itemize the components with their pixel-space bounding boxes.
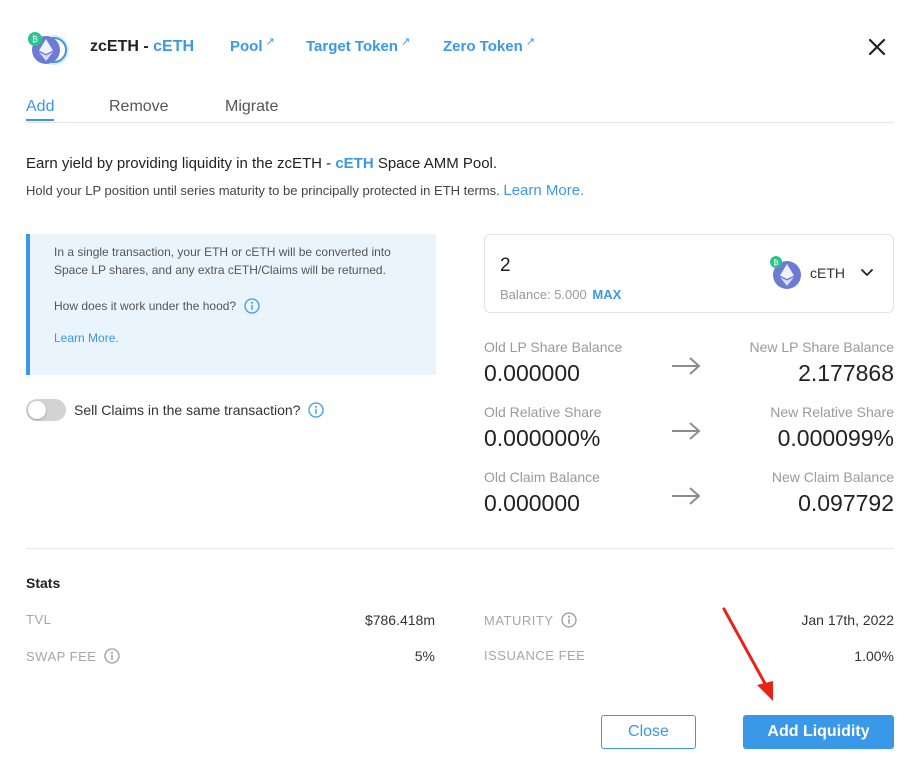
balance-row: Balance: 5.000 MAX bbox=[500, 287, 621, 302]
sell-claims-label: Sell Claims in the same transaction? bbox=[74, 402, 301, 418]
swap-fee-value: 5% bbox=[414, 648, 435, 664]
external-link-icon: ↗ bbox=[525, 36, 535, 48]
new-claim-balance: New Claim Balance 0.097792 bbox=[772, 469, 894, 517]
intro-learn-more-link[interactable]: Learn More. bbox=[503, 182, 584, 199]
tvl-label: TVL bbox=[26, 612, 51, 627]
tab-add[interactable]: Add bbox=[26, 98, 55, 121]
pool-link[interactable]: Pool ↗ bbox=[230, 36, 275, 55]
arrow-right-icon bbox=[672, 357, 701, 375]
intro-heading: Earn yield by providing liquidity in the… bbox=[26, 155, 497, 172]
sell-claims-row: Sell Claims in the same transaction? bbox=[26, 399, 325, 421]
old-claim-label: Old Claim Balance bbox=[484, 469, 600, 485]
divider bbox=[26, 548, 894, 549]
new-relative-share-value: 0.000099% bbox=[777, 425, 894, 451]
intro-subtext-body: Hold your LP position until series matur… bbox=[26, 183, 500, 198]
modal-header: ₿ zcETH - cETH Pool ↗ Target Token ↗ Zero … bbox=[26, 28, 896, 68]
info-icon[interactable] bbox=[561, 612, 578, 628]
old-claim-balance: Old Claim Balance 0.000000 bbox=[484, 469, 600, 517]
external-link-icon: ↗ bbox=[400, 36, 411, 48]
balance-text: Balance: 5.000 bbox=[500, 287, 587, 302]
token-name: cETH bbox=[810, 265, 845, 281]
external-link-icon: ↗ bbox=[265, 36, 275, 48]
swap-fee-label-text: SWAP FEE bbox=[26, 648, 97, 664]
new-lp-share-label: New LP Share Balance bbox=[749, 339, 895, 355]
close-button[interactable]: Close bbox=[601, 715, 696, 749]
tab-bar: Add Remove Migrate bbox=[26, 98, 894, 123]
add-liquidity-button[interactable]: Add Liquidity bbox=[743, 715, 894, 749]
tab-remove[interactable]: Remove bbox=[109, 98, 169, 116]
tab-migrate[interactable]: Migrate bbox=[225, 98, 278, 116]
info-icon[interactable] bbox=[104, 648, 121, 664]
intro-text-pre: Earn yield by providing liquidity in the… bbox=[26, 155, 336, 172]
old-relative-share-label: Old Relative Share bbox=[484, 404, 602, 420]
old-relative-share: Old Relative Share 0.000000% bbox=[484, 404, 602, 452]
zero-token-link[interactable]: Zero Token ↗ bbox=[443, 36, 535, 55]
info-icon[interactable] bbox=[308, 402, 325, 418]
max-button[interactable]: MAX bbox=[592, 287, 621, 302]
sell-claims-toggle[interactable] bbox=[26, 399, 66, 421]
pair-separator: - bbox=[138, 38, 154, 55]
intro-text-post: Space AMM Pool. bbox=[373, 155, 498, 172]
swap-fee-label: SWAP FEE bbox=[26, 648, 121, 664]
issuance-fee-label-text: ISSUANCE FEE bbox=[484, 648, 586, 663]
chevron-down-icon bbox=[861, 269, 873, 276]
maturity-label: MATURITY bbox=[484, 612, 578, 628]
arrow-right-icon bbox=[672, 487, 701, 505]
pair-logo-icon: ₿ bbox=[28, 32, 69, 65]
issuance-fee-value: 1.00% bbox=[854, 648, 894, 664]
info-box-text: In a single transaction, your ETH or cET… bbox=[54, 245, 391, 277]
stats-title: Stats bbox=[26, 575, 61, 591]
token-select[interactable]: ₿ cETH bbox=[770, 253, 873, 293]
tvl-label-text: TVL bbox=[26, 612, 52, 627]
old-lp-share-value: 0.000000 bbox=[484, 360, 580, 386]
new-claim-label: New Claim Balance bbox=[771, 469, 894, 485]
annotation-arrow-icon bbox=[722, 607, 773, 701]
intro-subtext: Hold your LP position until series matur… bbox=[26, 182, 584, 199]
info-box-hood-text: How does it work under the hood? bbox=[54, 299, 237, 313]
new-relative-share: New Relative Share 0.000099% bbox=[770, 404, 894, 452]
old-claim-value: 0.000000 bbox=[484, 490, 580, 516]
svg-text:₿: ₿ bbox=[32, 35, 38, 44]
info-box-learn-more-link[interactable]: Learn More. bbox=[54, 329, 416, 347]
target-token-link-label: Target Token bbox=[306, 38, 398, 55]
new-claim-value: 0.097792 bbox=[798, 490, 894, 516]
tvl-value: $786.418m bbox=[364, 612, 435, 628]
intro-text-accent: cETH bbox=[335, 155, 374, 172]
issuance-fee-label: ISSUANCE FEE bbox=[484, 648, 585, 663]
old-lp-share-label: Old LP Share Balance bbox=[484, 339, 623, 355]
svg-text:₿: ₿ bbox=[773, 259, 778, 267]
pool-link-label: Pool bbox=[230, 38, 263, 55]
amount-input-card: Balance: 5.000 MAX ₿ cETH bbox=[484, 234, 894, 313]
target-token-link[interactable]: Target Token ↗ bbox=[306, 36, 411, 55]
info-box-hood-row: How does it work under the hood? bbox=[54, 297, 416, 315]
maturity-value: Jan 17th, 2022 bbox=[801, 612, 894, 628]
toggle-knob bbox=[28, 401, 46, 419]
info-box: In a single transaction, your ETH or cET… bbox=[26, 234, 436, 375]
old-relative-share-value: 0.000000% bbox=[484, 425, 601, 451]
old-lp-share-balance: Old LP Share Balance 0.000000 bbox=[484, 339, 622, 387]
amount-input[interactable] bbox=[500, 255, 700, 277]
new-lp-share-balance: New LP Share Balance 2.177868 bbox=[750, 339, 895, 387]
pair-title: zcETH - cETH bbox=[90, 38, 194, 56]
new-lp-share-value: 2.177868 bbox=[798, 360, 894, 386]
ceth-token-icon: ₿ bbox=[770, 256, 801, 289]
close-icon[interactable] bbox=[866, 36, 888, 58]
zero-token-link-label: Zero Token bbox=[443, 38, 523, 55]
new-relative-share-label: New Relative Share bbox=[770, 404, 894, 420]
arrow-right-icon bbox=[672, 422, 701, 440]
pair-quote: cETH bbox=[153, 38, 195, 55]
maturity-label-text: MATURITY bbox=[484, 612, 554, 628]
pair-base: zcETH bbox=[90, 38, 139, 55]
info-icon[interactable] bbox=[244, 298, 260, 314]
